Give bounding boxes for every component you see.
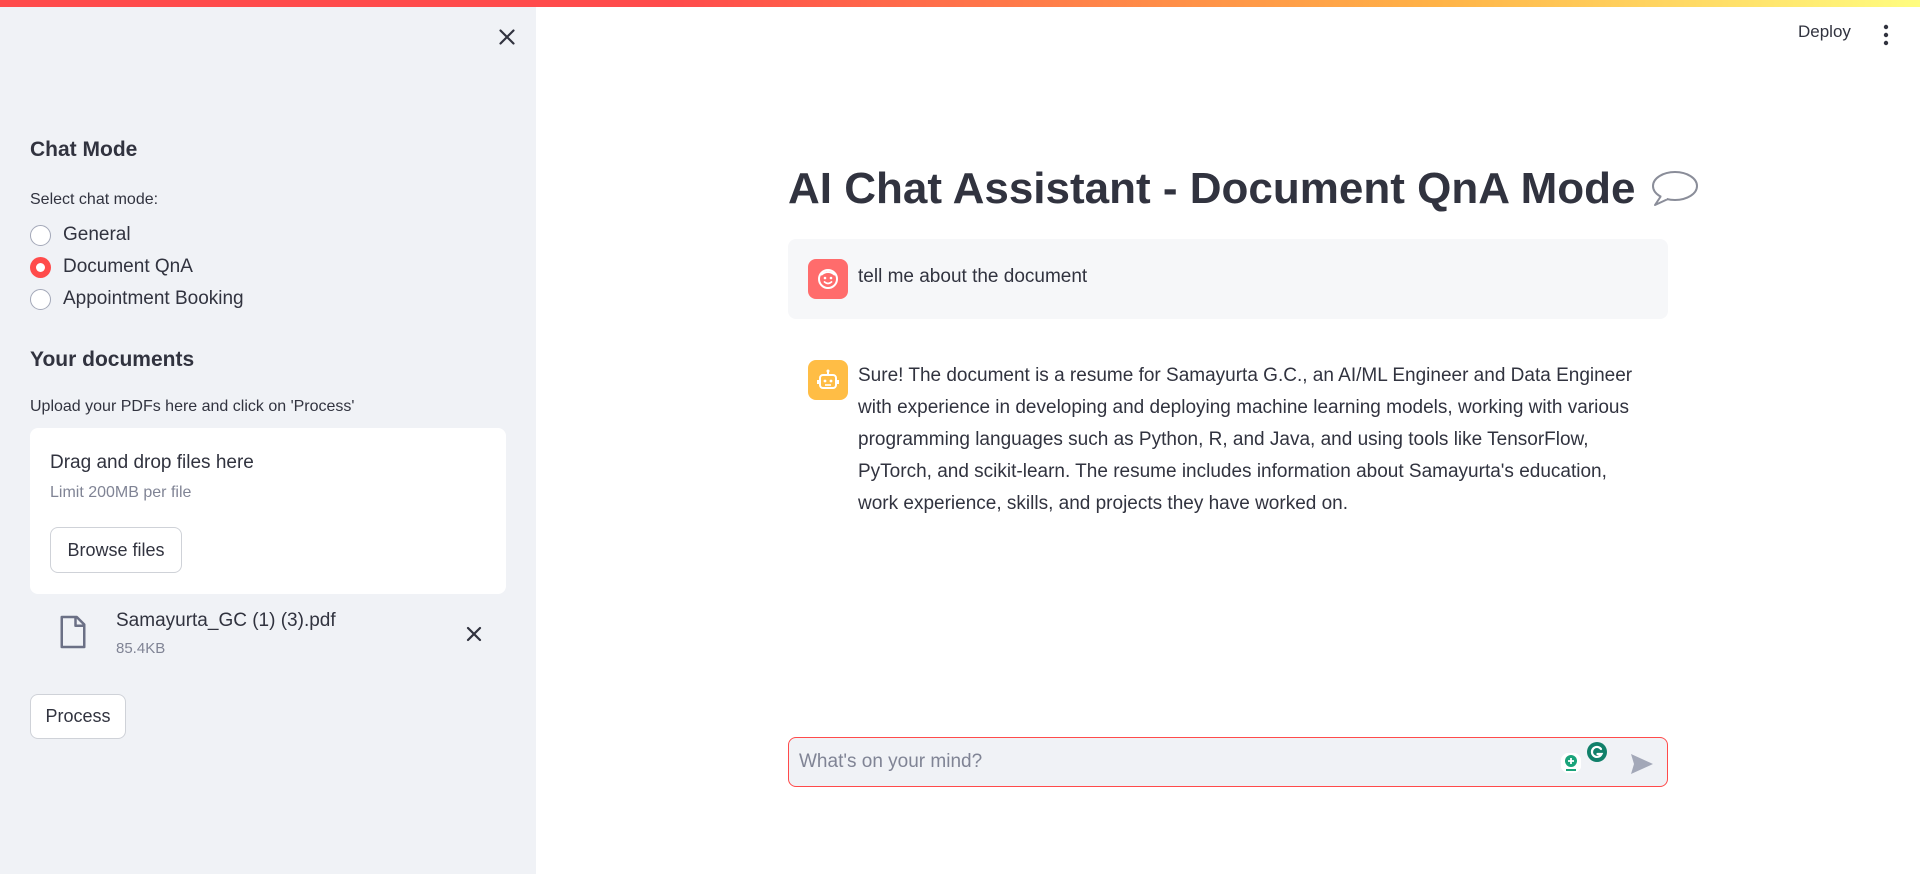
kebab-menu-icon[interactable]: [1882, 24, 1890, 46]
top-decoration-bar: [0, 0, 1920, 7]
file-icon: [60, 615, 86, 649]
uploaded-file-row: Samayurta_GC (1) (3).pdf 85.4KB: [30, 600, 506, 670]
radio-label: Appointment Booking: [63, 288, 244, 309]
select-chat-mode-label: Select chat mode:: [30, 191, 159, 208]
your-documents-heading: Your documents: [30, 348, 195, 371]
chat-mode-heading: Chat Mode: [30, 138, 138, 161]
speech-balloon-icon: [1652, 171, 1699, 206]
page-title: AI Chat Assistant - Document QnA Mode: [788, 164, 1699, 214]
radio-label: General: [63, 224, 131, 245]
process-button[interactable]: Process: [30, 694, 126, 739]
sidebar: Chat Mode Select chat mode: General Docu…: [0, 0, 536, 874]
upload-hint: Upload your PDFs here and click on 'Proc…: [30, 398, 355, 415]
dropzone-limit: Limit 200MB per file: [50, 484, 192, 501]
chat-input[interactable]: [799, 738, 1559, 786]
browse-files-button[interactable]: Browse files: [50, 527, 182, 573]
user-message-text: tell me about the document: [858, 266, 1088, 287]
user-avatar-icon: [808, 259, 848, 299]
page-title-text: AI Chat Assistant - Document QnA Mode: [788, 164, 1636, 213]
radio-general[interactable]: General: [30, 224, 131, 246]
assistant-message-text: Sure! The document is a resume for Samay…: [858, 365, 1633, 514]
file-dropzone[interactable]: Drag and drop files here Limit 200MB per…: [30, 428, 506, 594]
remove-file-icon[interactable]: [462, 622, 486, 646]
chat-input-container: [788, 737, 1668, 787]
radio-label: Document QnA: [63, 256, 193, 277]
chat-message-assistant: Sure! The document is a resume for Samay…: [788, 350, 1668, 520]
radio-icon[interactable]: [30, 224, 51, 246]
deploy-button[interactable]: Deploy: [1798, 22, 1851, 42]
file-size: 85.4KB: [116, 640, 166, 657]
extension-icon[interactable]: [1560, 752, 1582, 774]
radio-document-qna[interactable]: Document QnA: [30, 256, 193, 278]
chat-message-user: tell me about the document: [788, 239, 1668, 319]
grammarly-icon[interactable]: [1586, 741, 1608, 763]
file-name: Samayurta_GC (1) (3).pdf: [116, 610, 336, 631]
dropzone-title: Drag and drop files here: [50, 452, 254, 473]
radio-appointment-booking[interactable]: Appointment Booking: [30, 288, 244, 310]
close-icon[interactable]: [494, 24, 520, 50]
radio-icon[interactable]: [30, 288, 51, 310]
radio-icon[interactable]: [30, 256, 51, 278]
bot-avatar-icon: [808, 360, 848, 400]
send-icon[interactable]: [1629, 752, 1655, 776]
